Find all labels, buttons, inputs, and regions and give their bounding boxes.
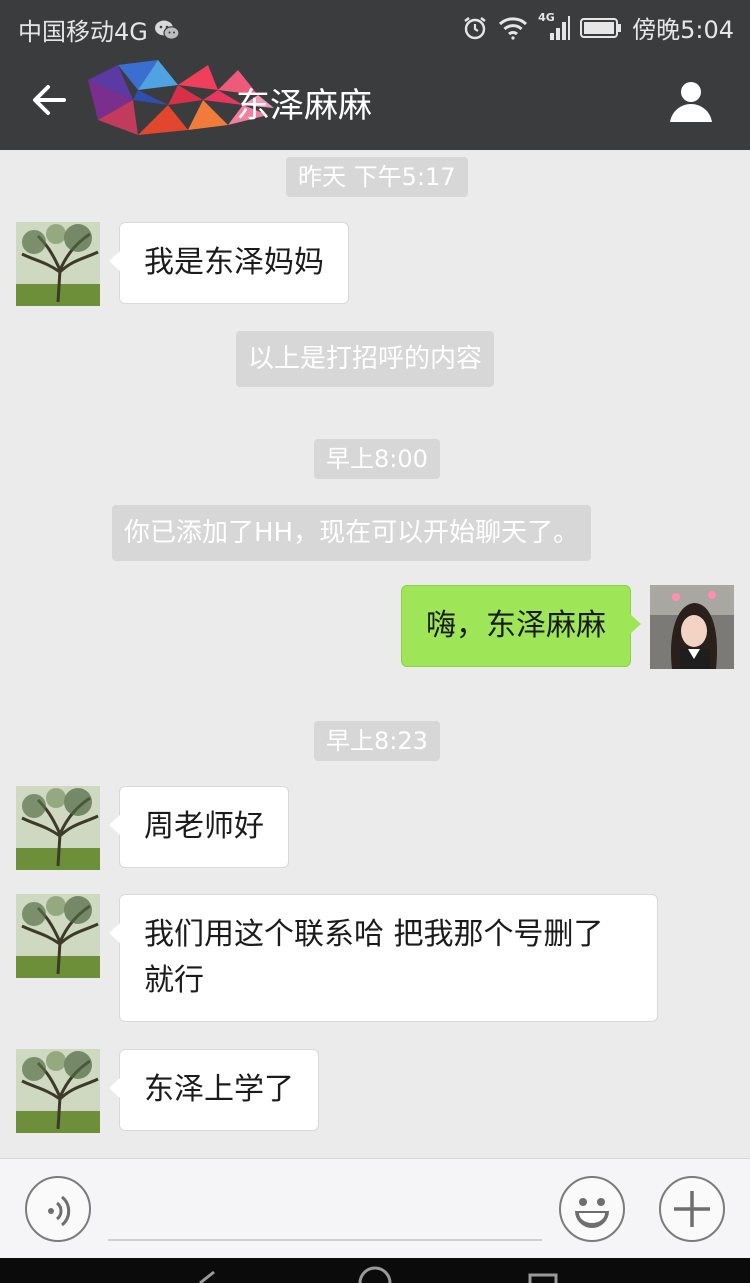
incoming-message[interactable]: 我们用这个联系哈 把我那个号删了就行 bbox=[109, 894, 658, 1022]
timestamp-divider: 早上8:00 bbox=[314, 439, 440, 479]
contact-avatar[interactable] bbox=[16, 222, 100, 306]
user-avatar[interactable] bbox=[650, 585, 734, 669]
voice-icon[interactable] bbox=[25, 1176, 91, 1242]
plus-icon[interactable] bbox=[659, 1176, 725, 1242]
contact-avatar[interactable] bbox=[16, 786, 100, 870]
wifi-icon bbox=[498, 16, 528, 40]
chat-title: 东泽麻麻 bbox=[236, 86, 372, 126]
incoming-message[interactable]: 周老师好 bbox=[109, 786, 289, 868]
chat-header: 东泽麻麻 bbox=[0, 52, 750, 150]
nav-recents-icon bbox=[528, 1273, 558, 1283]
system-notice: 以上是打招呼的内容 bbox=[236, 331, 495, 387]
arrow-left-icon[interactable] bbox=[28, 78, 72, 122]
network-badge: 4G bbox=[538, 10, 555, 24]
incoming-message[interactable]: 我是东泽妈妈 bbox=[109, 222, 349, 304]
incoming-message[interactable]: 东泽上学了 bbox=[109, 1049, 319, 1131]
message-list[interactable]: 昨天 下午5:17 我是东泽妈妈 以上是打招呼的内容 早上8:00 你已添加了H… bbox=[0, 150, 750, 1158]
system-nav-bar bbox=[0, 1258, 750, 1283]
message-input[interactable] bbox=[108, 1239, 542, 1241]
contact-avatar[interactable] bbox=[16, 1049, 100, 1133]
outgoing-message[interactable]: 嗨，东泽麻麻 bbox=[401, 585, 641, 667]
input-bar bbox=[0, 1158, 750, 1258]
status-bar: 中国移动4G 4G 傍晚5:04 bbox=[0, 0, 750, 52]
carrier-info: 中国移动4G bbox=[18, 12, 180, 47]
smiley-icon[interactable] bbox=[559, 1176, 625, 1242]
status-right: 4G 傍晚5:04 bbox=[462, 10, 734, 45]
timestamp-divider: 早上8:23 bbox=[314, 721, 440, 761]
timestamp-divider: 昨天 下午5:17 bbox=[286, 157, 468, 197]
battery-icon bbox=[580, 17, 622, 39]
alarm-icon bbox=[462, 15, 488, 41]
system-notice: 你已添加了HH，现在可以开始聊天了。 bbox=[112, 505, 592, 561]
nav-home-icon bbox=[358, 1266, 392, 1283]
person-icon[interactable] bbox=[666, 76, 716, 126]
nav-back-icon bbox=[199, 1270, 215, 1283]
status-time: 傍晚5:04 bbox=[632, 16, 734, 44]
wechat-icon bbox=[154, 19, 180, 41]
contact-avatar[interactable] bbox=[16, 894, 100, 978]
signal-icon: 4G bbox=[538, 11, 571, 41]
carrier-label: 中国移动4G bbox=[18, 18, 148, 46]
